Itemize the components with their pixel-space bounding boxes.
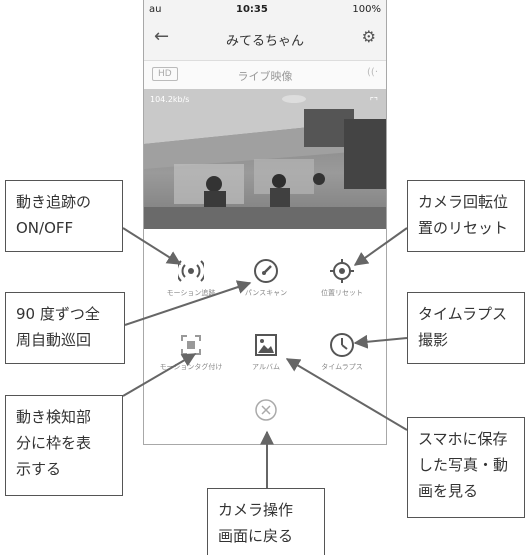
arrow-position-reset (353, 227, 408, 266)
callout-motion-tag: 動き検知部 分に枠を表 示する (5, 395, 123, 496)
callout-pan-scan: 90 度ずつ全 周自動巡回 (5, 292, 125, 364)
arrow-timelapse (353, 334, 408, 349)
arrow-motion-tracking (122, 227, 182, 265)
callout-timelapse: タイムラプス 撮影 (407, 292, 525, 364)
arrow-motion-tag (122, 353, 197, 397)
callout-position-reset: カメラ回転位 置のリセット (407, 180, 525, 252)
arrow-pan-scan (124, 280, 252, 326)
callout-close: カメラ操作 画面に戻る (207, 488, 325, 555)
callout-album: スマホに保存 した写真・動 画を見る (407, 417, 525, 518)
arrow-album (285, 358, 408, 431)
callout-motion-tracking: 動き追跡の ON/OFF (5, 180, 123, 252)
